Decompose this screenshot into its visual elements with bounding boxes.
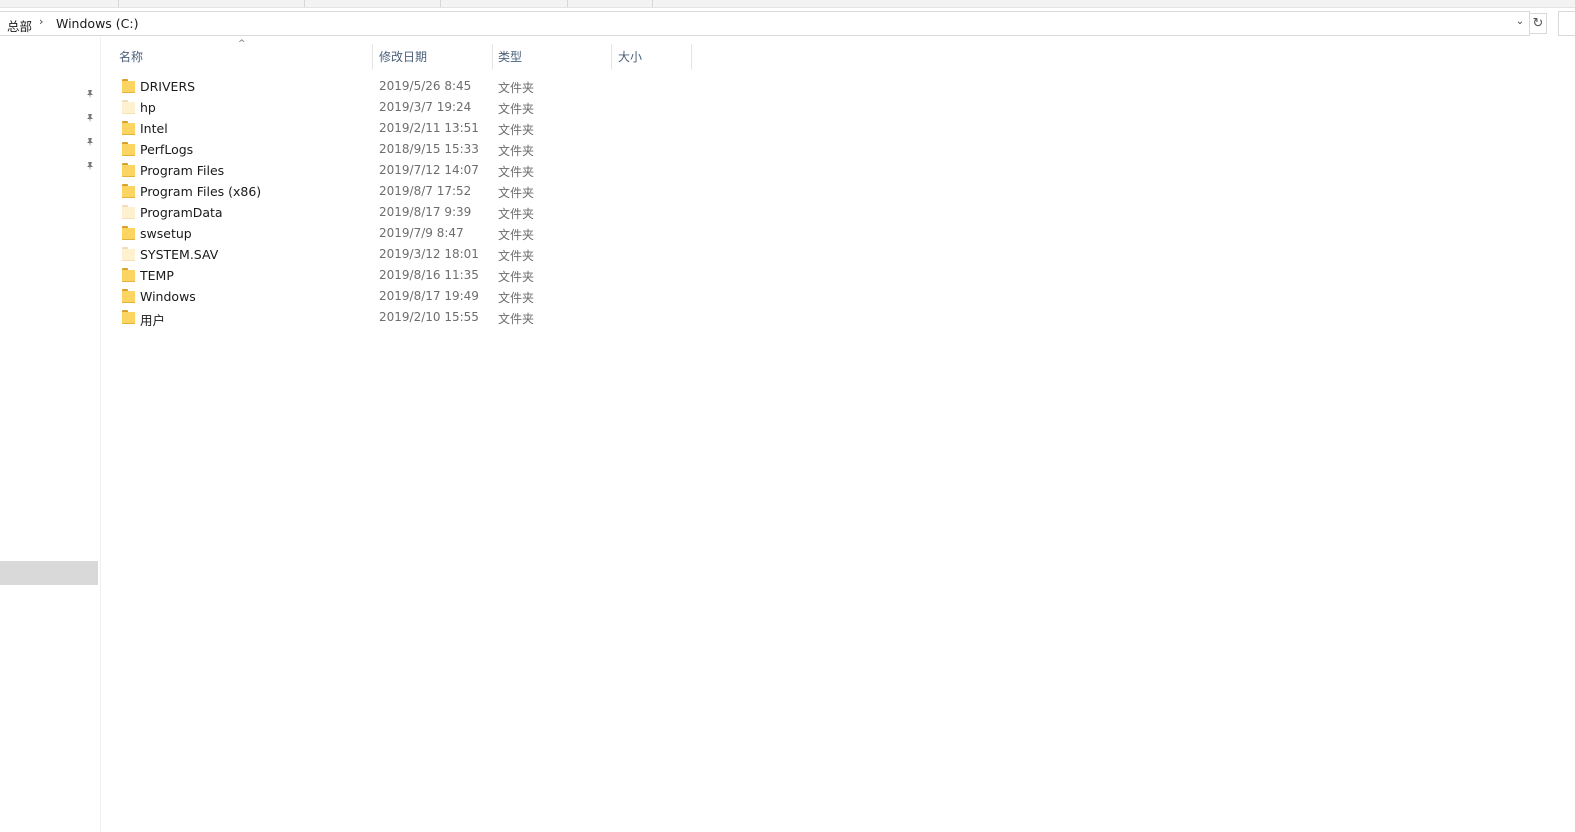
breadcrumb-root[interactable]: 总部 <box>7 16 32 35</box>
file-type: 文件夹 <box>498 186 535 200</box>
list-item[interactable]: TEMP 2019/8/16 11:35 文件夹 <box>116 265 556 286</box>
list-item[interactable]: swsetup 2019/7/9 8:47 文件夹 <box>116 223 556 244</box>
nav-item-selected[interactable] <box>0 561 98 585</box>
file-modified: 2019/3/7 19:24 <box>379 100 472 114</box>
file-type: 文件夹 <box>498 165 535 179</box>
file-name: DRIVERS <box>140 79 196 94</box>
file-type: 文件夹 <box>498 207 535 221</box>
column-header-name[interactable]: 名称 <box>119 48 143 65</box>
refresh-button[interactable]: ↻ <box>1529 13 1547 34</box>
file-type: 文件夹 <box>498 312 535 326</box>
chevron-down-icon[interactable]: ⌄ <box>1513 16 1527 30</box>
file-type: 文件夹 <box>498 144 535 158</box>
file-type: 文件夹 <box>498 228 535 242</box>
folder-icon <box>122 268 135 282</box>
file-modified: 2018/9/15 15:33 <box>379 142 479 156</box>
file-type: 文件夹 <box>498 270 535 284</box>
pin-icon <box>84 161 96 173</box>
column-header-modified[interactable]: 修改日期 <box>379 48 427 65</box>
file-modified: 2019/2/11 13:51 <box>379 121 479 135</box>
folder-icon <box>122 205 135 219</box>
file-name: hp <box>140 100 156 115</box>
list-item[interactable]: 用户 2019/2/10 15:55 文件夹 <box>116 307 556 328</box>
file-name: Program Files (x86) <box>140 184 262 199</box>
file-type: 文件夹 <box>498 102 535 116</box>
file-modified: 2019/8/17 19:49 <box>379 289 479 303</box>
folder-icon <box>122 100 135 114</box>
list-item[interactable]: hp 2019/3/7 19:24 文件夹 <box>116 97 556 118</box>
ribbon-separator <box>652 0 653 7</box>
breadcrumb-separator-icon[interactable]: › <box>39 15 43 28</box>
column-divider[interactable] <box>492 44 493 70</box>
file-modified: 2019/3/12 18:01 <box>379 247 479 261</box>
file-modified: 2019/5/26 8:45 <box>379 79 472 93</box>
file-type: 文件夹 <box>498 291 535 305</box>
file-name: Windows <box>140 289 196 304</box>
file-modified: 2019/8/17 9:39 <box>379 205 472 219</box>
file-name: TEMP <box>140 268 174 283</box>
list-item[interactable]: SYSTEM.SAV 2019/3/12 18:01 文件夹 <box>116 244 556 265</box>
list-item[interactable]: Program Files 2019/7/12 14:07 文件夹 <box>116 160 556 181</box>
breadcrumb-current[interactable]: Windows (C:) <box>56 16 138 31</box>
pin-icon <box>84 113 96 125</box>
file-name: ProgramData <box>140 205 223 220</box>
file-name: swsetup <box>140 226 192 241</box>
list-item[interactable]: PerfLogs 2018/9/15 15:33 文件夹 <box>116 139 556 160</box>
list-item[interactable]: ProgramData 2019/8/17 9:39 文件夹 <box>116 202 556 223</box>
sort-ascending-icon: ^ <box>238 39 246 49</box>
folder-icon <box>122 121 135 135</box>
search-input[interactable] <box>1558 11 1575 36</box>
file-modified: 2019/8/16 11:35 <box>379 268 479 282</box>
list-item[interactable]: Program Files (x86) 2019/8/7 17:52 文件夹 <box>116 181 556 202</box>
list-item[interactable]: Intel 2019/2/11 13:51 文件夹 <box>116 118 556 139</box>
pin-icon <box>84 137 96 149</box>
ribbon-separator <box>440 0 441 7</box>
file-name: Intel <box>140 121 168 136</box>
address-bar[interactable]: 总部 › Windows (C:) ⌄ <box>0 11 1530 36</box>
file-modified: 2019/7/12 14:07 <box>379 163 479 177</box>
column-header-type[interactable]: 类型 <box>498 48 522 65</box>
folder-icon <box>122 79 135 93</box>
pin-icon <box>84 89 96 101</box>
list-item[interactable]: Windows 2019/8/17 19:49 文件夹 <box>116 286 556 307</box>
column-divider[interactable] <box>691 44 692 70</box>
file-modified: 2019/7/9 8:47 <box>379 226 464 240</box>
folder-icon <box>122 226 135 240</box>
file-type: 文件夹 <box>498 249 535 263</box>
folder-icon <box>122 163 135 177</box>
folder-icon <box>122 310 135 324</box>
folder-icon <box>122 289 135 303</box>
ribbon-separator <box>304 0 305 7</box>
ribbon-separator <box>567 0 568 7</box>
folder-icon <box>122 184 135 198</box>
column-divider[interactable] <box>372 44 373 70</box>
folder-icon <box>122 247 135 261</box>
ribbon-tabs-strip <box>0 0 1575 8</box>
file-name: 用户 <box>140 313 166 328</box>
navigation-pane[interactable] <box>0 37 101 832</box>
file-type: 文件夹 <box>498 81 535 95</box>
file-name: SYSTEM.SAV <box>140 247 219 262</box>
file-modified: 2019/2/10 15:55 <box>379 310 479 324</box>
file-type: 文件夹 <box>498 123 535 137</box>
file-name: PerfLogs <box>140 142 194 157</box>
column-header-size[interactable]: 大小 <box>618 48 642 65</box>
ribbon-separator <box>118 0 119 7</box>
file-name: Program Files <box>140 163 225 178</box>
column-divider[interactable] <box>611 44 612 70</box>
list-item[interactable]: DRIVERS 2019/5/26 8:45 文件夹 <box>116 76 556 97</box>
folder-icon <box>122 142 135 156</box>
file-modified: 2019/8/7 17:52 <box>379 184 472 198</box>
